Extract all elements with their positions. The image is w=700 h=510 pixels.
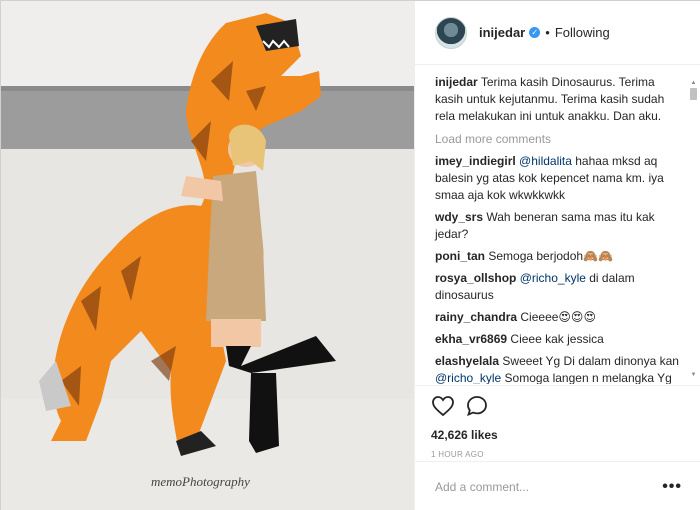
list-item: elashyelala Sweeet Yg Di dalam dinonya k… bbox=[435, 353, 682, 384]
list-item: rainy_chandra Cieeee😍😍😍 bbox=[435, 309, 682, 326]
post-photo[interactable]: memoPhotography bbox=[1, 1, 414, 510]
list-item: wdy_srs Wah beneran sama mas itu kak jed… bbox=[435, 209, 682, 243]
instagram-post: memoPhotography inijedar ✓ • Following i… bbox=[0, 0, 700, 510]
scroll-up-icon[interactable]: ▲ bbox=[689, 79, 698, 87]
list-item: imey_indiegirl @hildalita hahaa mksd aq … bbox=[435, 153, 682, 204]
comments-scrollbar[interactable]: ▲ ▼ bbox=[689, 79, 698, 379]
caption-username[interactable]: inijedar bbox=[435, 75, 478, 89]
comment-username[interactable]: wdy_srs bbox=[435, 210, 483, 224]
list-item: rosya_ollshop @richo_kyle di dalam dinos… bbox=[435, 270, 682, 304]
comment-bubble-icon[interactable] bbox=[465, 394, 493, 422]
likes-count[interactable]: 42,626 likes bbox=[431, 428, 686, 442]
comment-username[interactable]: ekha_vr6869 bbox=[435, 332, 507, 346]
post-header: inijedar ✓ • Following bbox=[415, 1, 700, 65]
load-more-comments-link[interactable]: Load more comments bbox=[435, 131, 682, 148]
photo-illustration: memoPhotography bbox=[1, 1, 414, 510]
list-item: ekha_vr6869 Cieee kak jessica bbox=[435, 331, 682, 348]
post-sidebar: inijedar ✓ • Following inijedar Terima k… bbox=[414, 1, 700, 510]
header-username[interactable]: inijedar bbox=[479, 25, 525, 40]
verified-badge-icon: ✓ bbox=[529, 27, 541, 38]
comment-text: Cieee kak jessica bbox=[510, 332, 604, 346]
comment-username[interactable]: rosya_ollshop bbox=[435, 271, 516, 285]
comments-list: inijedar Terima kasih Dinosaurus. Terima… bbox=[415, 66, 700, 384]
header-separator: • bbox=[545, 25, 550, 40]
comment-username[interactable]: rainy_chandra bbox=[435, 310, 517, 324]
comment-mention[interactable]: @hildalita bbox=[519, 154, 572, 168]
comment-text: Semoga berjodoh🙈🙈 bbox=[488, 249, 613, 263]
post-timestamp[interactable]: 1 HOUR AGO bbox=[431, 450, 686, 459]
scroll-thumb[interactable] bbox=[690, 88, 697, 100]
comment-mention[interactable]: @richo_kyle bbox=[520, 271, 586, 285]
list-item: poni_tan Semoga berjodoh🙈🙈 bbox=[435, 248, 682, 265]
avatar[interactable] bbox=[435, 16, 467, 49]
comment-username[interactable]: elashyelala bbox=[435, 354, 499, 368]
scroll-down-icon[interactable]: ▼ bbox=[689, 371, 698, 379]
comment-username[interactable]: imey_indiegirl bbox=[435, 154, 516, 168]
heart-icon[interactable] bbox=[431, 394, 459, 422]
add-comment-bar: ••• bbox=[415, 461, 700, 510]
more-options-icon[interactable]: ••• bbox=[662, 478, 682, 496]
comment-mention[interactable]: @richo_kyle bbox=[435, 371, 501, 384]
comment-text: Cieeee😍😍😍 bbox=[520, 310, 596, 324]
watermark: memoPhotography bbox=[151, 474, 250, 489]
comment-username[interactable]: poni_tan bbox=[435, 249, 485, 263]
caption: inijedar Terima kasih Dinosaurus. Terima… bbox=[435, 74, 682, 125]
following-button[interactable]: Following bbox=[555, 25, 610, 40]
comment-text: Sweeet Yg Di dalam dinonya kan bbox=[502, 354, 679, 368]
add-comment-input[interactable] bbox=[435, 479, 663, 494]
